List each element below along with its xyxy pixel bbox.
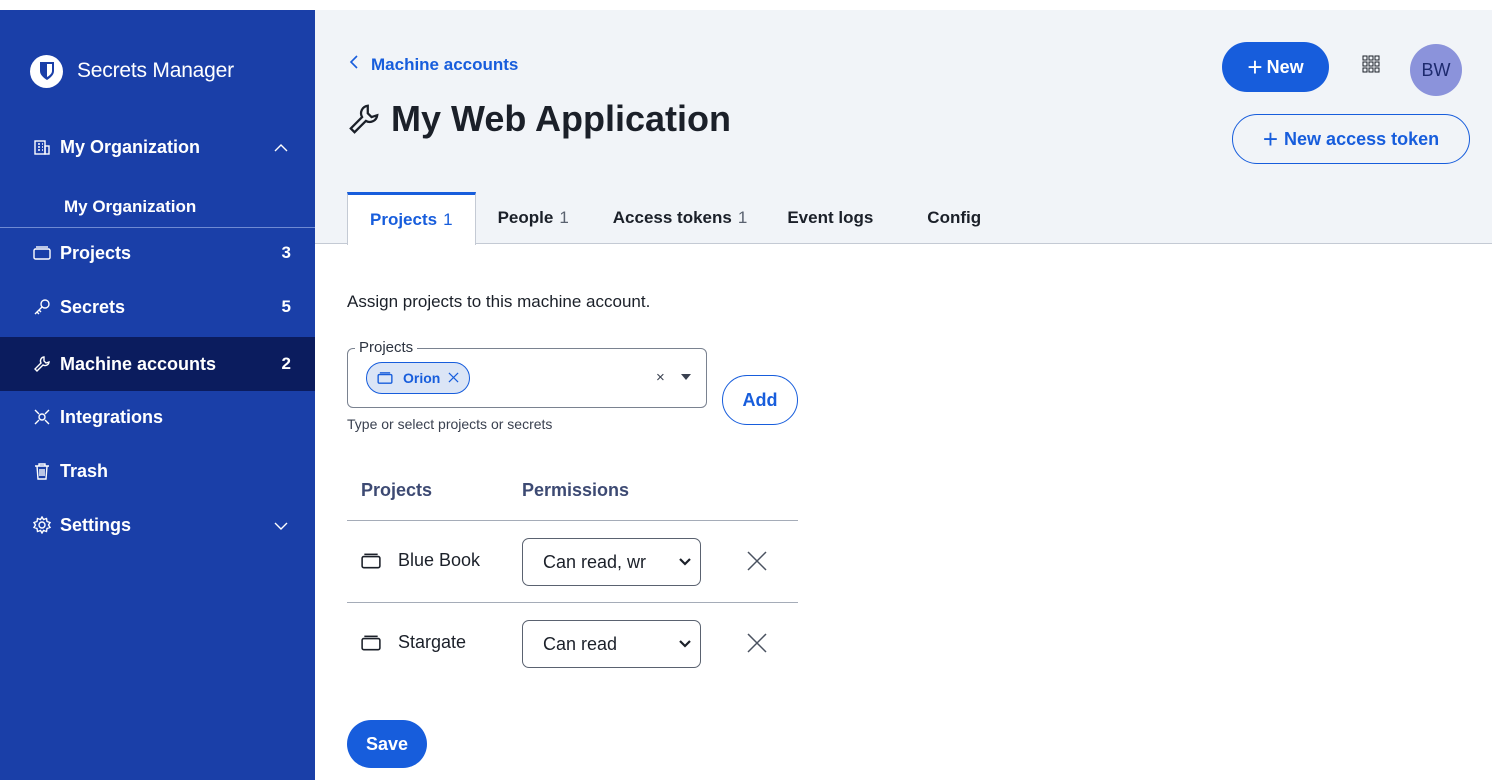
chevron-down-icon: [273, 515, 289, 536]
table-divider: [347, 602, 798, 603]
sidebar-item-label: My Organization: [60, 136, 201, 157]
sidebar-item-org-switch[interactable]: My Organization: [0, 186, 315, 228]
gear-icon: [32, 515, 52, 535]
remove-row-icon[interactable]: [745, 631, 769, 655]
sidebar-item-integrations[interactable]: Integrations: [0, 396, 315, 438]
chip-remove-icon[interactable]: [448, 368, 459, 388]
tab-config[interactable]: Config: [895, 192, 1003, 244]
projects-field-label: Projects: [355, 339, 418, 356]
sidebar-item-projects[interactable]: Projects 3: [0, 232, 315, 274]
field-hint: Type or select projects or secrets: [347, 416, 553, 432]
permission-select-value: Can read, wr: [543, 551, 647, 572]
sidebar-item-label: Projects: [60, 242, 132, 263]
machine-accounts-count: 2: [281, 354, 291, 373]
new-button-label: New: [1266, 56, 1304, 77]
table-row-project-name: Blue Book: [398, 550, 481, 570]
new-button[interactable]: + New: [1222, 42, 1329, 92]
project-icon: [361, 553, 381, 569]
sidebar: Secrets Manager My Organization My Organ…: [0, 10, 315, 780]
chevron-up-icon: [273, 137, 289, 158]
project-icon: [361, 635, 381, 651]
permission-select[interactable]: Can read, wr: [522, 538, 701, 586]
page-header: Machine accounts My Web Application + Ne…: [315, 10, 1492, 245]
tab-count: 1: [443, 210, 453, 229]
new-access-token-label: New access token: [1284, 128, 1440, 149]
sidebar-item-settings[interactable]: Settings: [0, 504, 315, 546]
page-title: My Web Application: [347, 98, 731, 140]
tab-bar: Projects 1 People 1 Access tokens 1 Even…: [347, 192, 1003, 245]
brand[interactable]: Secrets Manager: [30, 54, 234, 88]
sidebar-item-label: Secrets: [60, 296, 126, 317]
sidebar-item-label: Settings: [60, 514, 132, 535]
trash-icon: [32, 461, 52, 481]
remove-row-icon[interactable]: [745, 549, 769, 573]
selected-project-chip[interactable]: Orion: [366, 362, 471, 394]
sidebar-item-machine-accounts[interactable]: Machine accounts 2: [0, 337, 315, 391]
page-title-text: My Web Application: [391, 98, 732, 139]
table-row-project-name: Stargate: [398, 632, 467, 652]
chevron-down-icon: [678, 553, 692, 571]
sidebar-item-label: My Organization: [64, 196, 197, 216]
save-button[interactable]: Save: [347, 720, 427, 768]
new-access-token-button[interactable]: + New access token: [1232, 114, 1470, 164]
avatar[interactable]: BW: [1410, 44, 1462, 96]
organization-icon: [32, 137, 52, 157]
bitwarden-shield-icon: [30, 54, 63, 88]
project-icon: [377, 372, 393, 384]
column-header-projects: Projects: [361, 480, 433, 500]
section-description: Assign projects to this machine account.: [347, 292, 651, 311]
tab-label: People: [497, 208, 554, 227]
wrench-icon: [349, 104, 379, 134]
tab-label: Event logs: [787, 208, 874, 227]
column-header-permissions: Permissions: [522, 480, 630, 500]
project-icon: [32, 243, 52, 263]
sidebar-item-label: Integrations: [60, 406, 164, 427]
tab-label: Projects: [370, 210, 438, 229]
sidebar-item-my-organization[interactable]: My Organization: [0, 126, 315, 168]
sidebar-item-trash[interactable]: Trash: [0, 450, 315, 492]
table-divider: [347, 520, 798, 521]
tab-people[interactable]: People 1: [476, 192, 591, 244]
add-button[interactable]: Add: [722, 375, 798, 425]
permission-select[interactable]: Can read: [522, 620, 701, 668]
clear-selection-icon[interactable]: ×: [656, 369, 665, 386]
sidebar-item-secrets[interactable]: Secrets 5: [0, 286, 315, 328]
integrations-icon: [32, 407, 52, 427]
wrench-icon: [32, 354, 52, 374]
projects-count: 3: [281, 243, 291, 262]
tab-access-tokens[interactable]: Access tokens 1: [591, 192, 770, 244]
plus-icon: +: [1262, 124, 1279, 154]
secrets-count: 5: [281, 297, 291, 316]
sidebar-item-label: Trash: [60, 460, 109, 481]
tab-projects[interactable]: Projects 1: [347, 192, 476, 245]
product-switcher-icon[interactable]: [1361, 54, 1381, 74]
plus-icon: +: [1247, 52, 1263, 82]
brand-name: Secrets Manager: [77, 59, 234, 82]
sidebar-item-label: Machine accounts: [60, 353, 217, 374]
chevron-down-icon: [678, 635, 692, 653]
back-link[interactable]: Machine accounts: [349, 53, 518, 76]
key-icon: [32, 297, 52, 317]
tab-event-logs[interactable]: Event logs: [769, 192, 895, 244]
tab-label: Config: [927, 208, 982, 227]
chip-label: Orion: [403, 370, 441, 386]
tab-count: 1: [737, 208, 748, 227]
dropdown-caret-icon[interactable]: [681, 374, 691, 380]
tab-label: Access tokens: [612, 208, 732, 227]
back-link-label: Machine accounts: [371, 54, 519, 74]
chevron-left-icon: [349, 53, 359, 76]
permission-select-value: Can read: [543, 633, 618, 654]
tab-count: 1: [559, 208, 569, 227]
